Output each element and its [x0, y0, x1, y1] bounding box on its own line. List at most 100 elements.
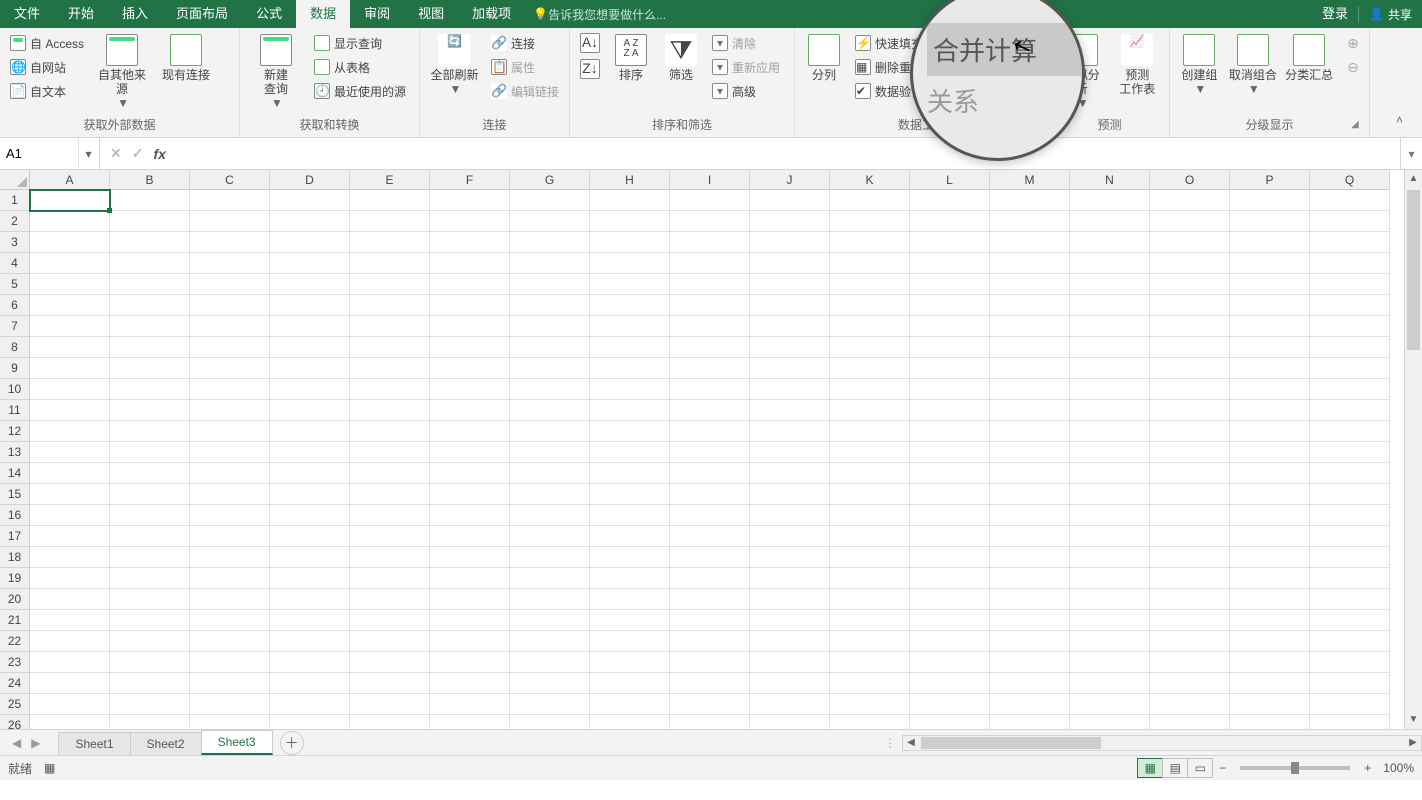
cell-B15[interactable]	[110, 484, 190, 505]
col-header-H[interactable]: H	[590, 170, 670, 190]
cell-L26[interactable]	[910, 715, 990, 730]
cell-N5[interactable]	[1070, 274, 1150, 295]
cell-A24[interactable]	[30, 673, 110, 694]
cell-O16[interactable]	[1150, 505, 1230, 526]
sheet-prev-icon[interactable]: ◀	[8, 736, 25, 750]
cell-D23[interactable]	[270, 652, 350, 673]
cell-H1[interactable]	[590, 190, 670, 211]
cell-Q19[interactable]	[1310, 568, 1390, 589]
cell-O22[interactable]	[1150, 631, 1230, 652]
cell-J24[interactable]	[750, 673, 830, 694]
scroll-up-icon[interactable]: ▲	[1405, 170, 1422, 188]
cell-K24[interactable]	[830, 673, 910, 694]
cell-H25[interactable]	[590, 694, 670, 715]
cell-N25[interactable]	[1070, 694, 1150, 715]
cell-N21[interactable]	[1070, 610, 1150, 631]
cell-K17[interactable]	[830, 526, 910, 547]
cell-L1[interactable]	[910, 190, 990, 211]
cell-B2[interactable]	[110, 211, 190, 232]
cell-Q22[interactable]	[1310, 631, 1390, 652]
cell-I7[interactable]	[670, 316, 750, 337]
cell-P2[interactable]	[1230, 211, 1310, 232]
cell-E23[interactable]	[350, 652, 430, 673]
show-queries-button[interactable]: 显示查询	[310, 32, 410, 54]
cell-I8[interactable]	[670, 337, 750, 358]
cell-J26[interactable]	[750, 715, 830, 730]
row-header-7[interactable]: 7	[0, 316, 30, 337]
row-header-4[interactable]: 4	[0, 253, 30, 274]
cell-H16[interactable]	[590, 505, 670, 526]
cell-E5[interactable]	[350, 274, 430, 295]
cell-Q21[interactable]	[1310, 610, 1390, 631]
cell-H24[interactable]	[590, 673, 670, 694]
cell-F20[interactable]	[430, 589, 510, 610]
cell-J10[interactable]	[750, 379, 830, 400]
cell-Q5[interactable]	[1310, 274, 1390, 295]
cell-Q7[interactable]	[1310, 316, 1390, 337]
fx-icon[interactable]: fx	[153, 146, 165, 162]
sheet-tab-Sheet2[interactable]: Sheet2	[130, 732, 202, 755]
cell-P11[interactable]	[1230, 400, 1310, 421]
cell-M22[interactable]	[990, 631, 1070, 652]
cell-N10[interactable]	[1070, 379, 1150, 400]
cell-Q13[interactable]	[1310, 442, 1390, 463]
row-header-15[interactable]: 15	[0, 484, 30, 505]
zoom-in-button[interactable]: +	[1358, 761, 1377, 775]
cell-D21[interactable]	[270, 610, 350, 631]
cell-E21[interactable]	[350, 610, 430, 631]
cell-L10[interactable]	[910, 379, 990, 400]
scroll-left-icon[interactable]: ◀	[903, 737, 919, 748]
cell-I14[interactable]	[670, 463, 750, 484]
cell-K23[interactable]	[830, 652, 910, 673]
cell-O7[interactable]	[1150, 316, 1230, 337]
cell-Q18[interactable]	[1310, 547, 1390, 568]
cell-K18[interactable]	[830, 547, 910, 568]
cell-E20[interactable]	[350, 589, 430, 610]
cell-E1[interactable]	[350, 190, 430, 211]
cell-F17[interactable]	[430, 526, 510, 547]
cell-N20[interactable]	[1070, 589, 1150, 610]
cell-C9[interactable]	[190, 358, 270, 379]
cell-M13[interactable]	[990, 442, 1070, 463]
cell-A5[interactable]	[30, 274, 110, 295]
forecast-sheet-button[interactable]: 📈 预测 工作表	[1112, 32, 1164, 98]
cell-K21[interactable]	[830, 610, 910, 631]
cell-L17[interactable]	[910, 526, 990, 547]
cell-D18[interactable]	[270, 547, 350, 568]
cell-L6[interactable]	[910, 295, 990, 316]
cell-O5[interactable]	[1150, 274, 1230, 295]
cell-G3[interactable]	[510, 232, 590, 253]
cell-B20[interactable]	[110, 589, 190, 610]
cell-O12[interactable]	[1150, 421, 1230, 442]
cell-J21[interactable]	[750, 610, 830, 631]
cell-M10[interactable]	[990, 379, 1070, 400]
cell-M3[interactable]	[990, 232, 1070, 253]
cell-A11[interactable]	[30, 400, 110, 421]
sort-button[interactable]: A ZZ A 排序	[608, 32, 654, 84]
cell-A20[interactable]	[30, 589, 110, 610]
row-headers[interactable]: 1234567891011121314151617181920212223242…	[0, 190, 30, 729]
sheet-next-icon[interactable]: ▶	[27, 736, 44, 750]
from-table-button[interactable]: 从表格	[310, 56, 410, 78]
cell-A7[interactable]	[30, 316, 110, 337]
cell-L7[interactable]	[910, 316, 990, 337]
cell-J1[interactable]	[750, 190, 830, 211]
horizontal-scrollbar[interactable]: ◀ ▶	[902, 735, 1422, 751]
cell-Q12[interactable]	[1310, 421, 1390, 442]
row-header-3[interactable]: 3	[0, 232, 30, 253]
cell-H5[interactable]	[590, 274, 670, 295]
cell-I26[interactable]	[670, 715, 750, 730]
cell-M21[interactable]	[990, 610, 1070, 631]
cell-A19[interactable]	[30, 568, 110, 589]
cell-Q20[interactable]	[1310, 589, 1390, 610]
col-header-C[interactable]: C	[190, 170, 270, 190]
cell-G20[interactable]	[510, 589, 590, 610]
cell-M7[interactable]	[990, 316, 1070, 337]
cell-O13[interactable]	[1150, 442, 1230, 463]
cell-H26[interactable]	[590, 715, 670, 730]
cell-M19[interactable]	[990, 568, 1070, 589]
add-sheet-button[interactable]: ＋	[280, 731, 304, 755]
cell-E15[interactable]	[350, 484, 430, 505]
connections-button[interactable]: 连接	[487, 32, 563, 54]
row-header-17[interactable]: 17	[0, 526, 30, 547]
